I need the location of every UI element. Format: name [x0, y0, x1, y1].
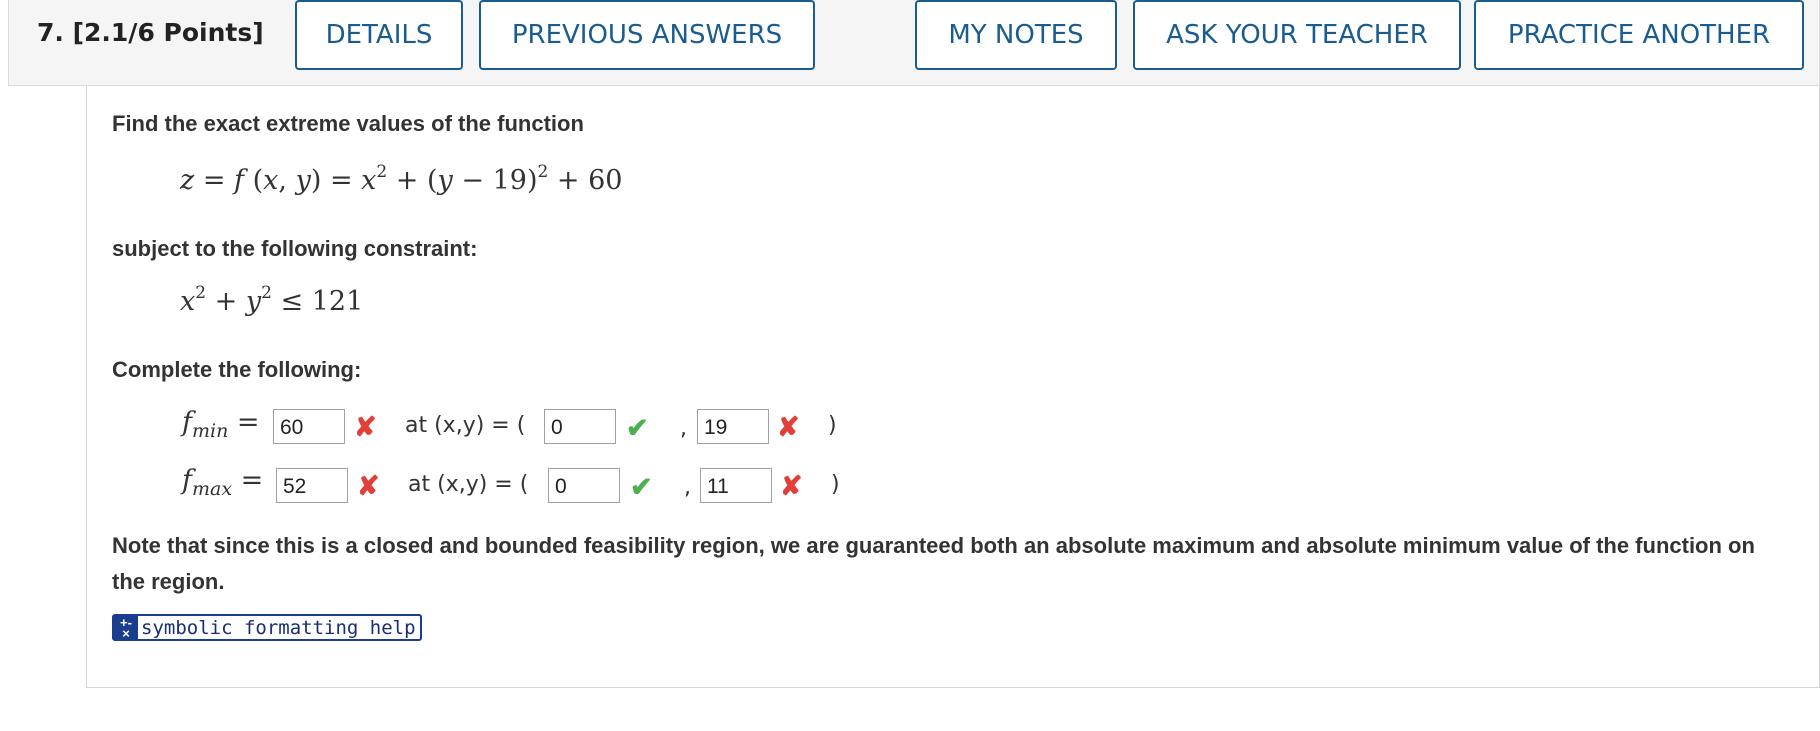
at-label: at (x,y) = ( — [408, 472, 529, 497]
at-label: at (x,y) = ( — [405, 413, 526, 438]
comma-separator: , — [680, 416, 687, 441]
close-paren: ) — [831, 472, 840, 497]
ask-your-teacher-button[interactable]: ASK YOUR TEACHER — [1133, 0, 1461, 70]
problem-intro: Find the exact extreme values of the fun… — [112, 111, 584, 136]
details-button[interactable]: DETAILS — [295, 0, 463, 70]
help-label: symbolic formatting help — [141, 616, 416, 639]
symbolic-formatting-help-button[interactable]: +‑ × symbolic formatting help — [112, 614, 422, 641]
question-header: 7. [2.1/6 Points] DETAILS PREVIOUS ANSWE… — [8, 0, 1820, 86]
min-y-input[interactable]: 19 — [697, 409, 769, 444]
max-y-input[interactable]: 11 — [700, 468, 772, 503]
plus-minus-times-icon: +‑ × — [114, 616, 138, 640]
comma-separator: , — [684, 475, 691, 500]
incorrect-icon: ✘ — [777, 412, 800, 442]
previous-answers-button[interactable]: PREVIOUS ANSWERS — [479, 0, 815, 70]
fmax-input[interactable]: 52 — [276, 468, 348, 503]
incorrect-icon: ✘ — [357, 471, 380, 501]
fmin-input[interactable]: 60 — [273, 409, 345, 444]
complete-intro: Complete the following: — [112, 357, 362, 382]
close-paren: ) — [828, 413, 837, 438]
fmin-label: fmin = — [182, 407, 260, 442]
question-number: 7. [2.1/6 Points] — [37, 18, 264, 47]
constraint-equation: x2 + y2 ≤ 121 — [180, 283, 364, 318]
min-x-input[interactable]: 0 — [544, 409, 616, 444]
constraint-intro: subject to the following constraint: — [112, 236, 478, 261]
incorrect-icon: ✘ — [354, 412, 377, 442]
correct-icon: ✔ — [626, 413, 649, 443]
function-equation: z = f (x, y) = x2 + (y − 19)2 + 60 — [180, 162, 623, 197]
incorrect-icon: ✘ — [780, 471, 803, 501]
fmax-label: fmax = — [182, 465, 264, 500]
region-note: Note that since this is a closed and bou… — [112, 533, 1755, 594]
my-notes-button[interactable]: MY NOTES — [915, 0, 1117, 70]
correct-icon: ✔ — [630, 472, 653, 502]
max-x-input[interactable]: 0 — [548, 468, 620, 503]
practice-another-button[interactable]: PRACTICE ANOTHER — [1474, 0, 1804, 70]
